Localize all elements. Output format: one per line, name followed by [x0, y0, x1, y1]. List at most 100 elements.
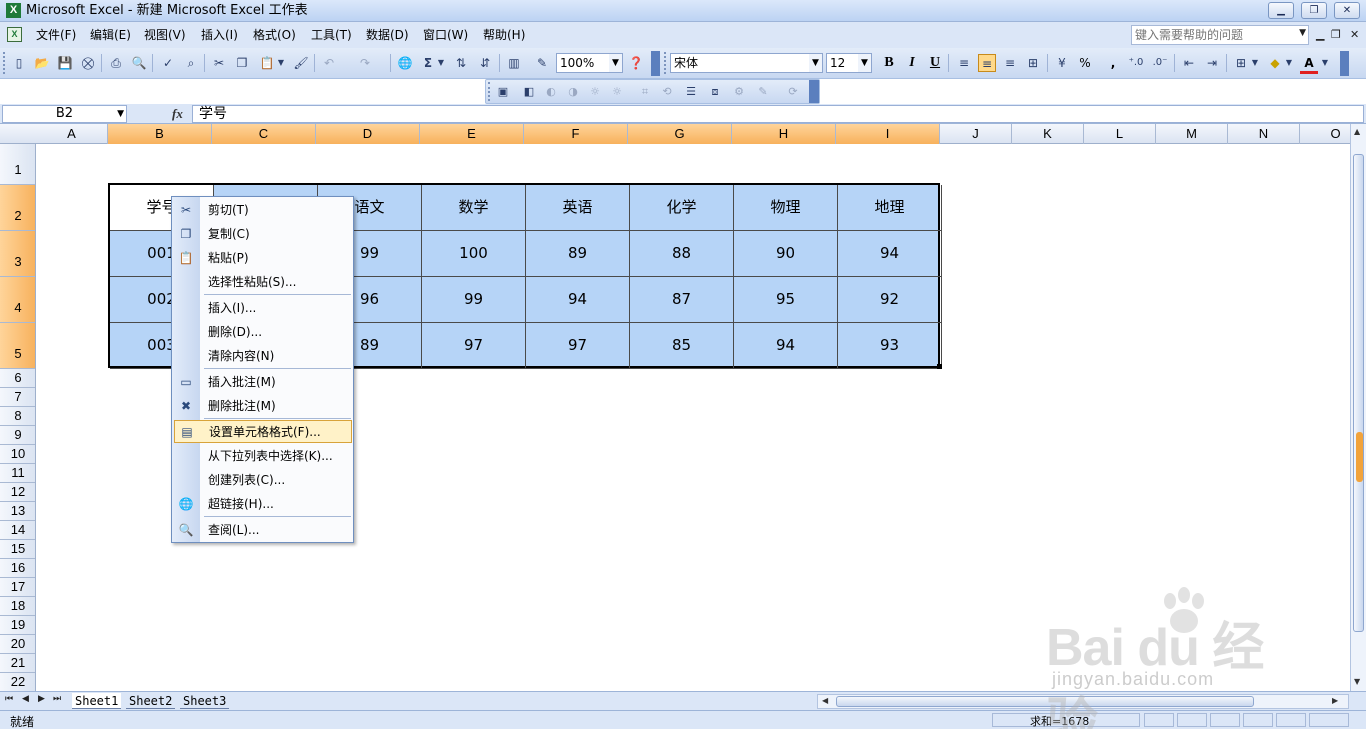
scroll-right-icon[interactable]: ▶	[1332, 696, 1338, 705]
column-header-m[interactable]: M	[1156, 124, 1228, 144]
doc-close-icon[interactable]: ✕	[1350, 28, 1359, 41]
menu-edit[interactable]: 编辑(E)	[90, 27, 131, 43]
prev-sheet-icon[interactable]: ◀	[22, 694, 29, 704]
row-header-8[interactable]: 8	[0, 407, 35, 426]
autosum-icon[interactable]: Σ	[419, 54, 437, 72]
close-button[interactable]: ✕	[1334, 2, 1360, 19]
research-icon[interactable]: ⌕	[182, 54, 200, 72]
table-cell[interactable]: 94	[734, 323, 838, 369]
currency-icon[interactable]: ¥	[1053, 54, 1071, 72]
first-sheet-icon[interactable]: ⏮	[5, 694, 13, 704]
context-menu-item[interactable]: 从下拉列表中选择(K)...	[172, 444, 353, 467]
print-preview-icon[interactable]: 🔍	[130, 54, 148, 72]
color-icon[interactable]: ◧	[520, 83, 538, 101]
menu-view[interactable]: 视图(V)	[144, 27, 186, 43]
context-menu-item[interactable]: 创建列表(C)...	[172, 468, 353, 491]
chevron-down-icon[interactable]: ▼	[809, 54, 822, 72]
context-menu-item[interactable]: 🌐 超链接(H)...	[172, 492, 353, 515]
sheet-tab-sheet1[interactable]: Sheet1	[72, 693, 122, 709]
paste-icon[interactable]: 📋	[258, 54, 276, 72]
row-header-21[interactable]: 21	[0, 654, 35, 673]
workbook-icon[interactable]: X	[7, 27, 22, 42]
reset-picture-icon[interactable]: ⟳	[784, 83, 802, 101]
row-header-13[interactable]: 13	[0, 502, 35, 521]
chevron-down-icon[interactable]: ▼	[1320, 54, 1330, 72]
sheet-tab-sheet3[interactable]: Sheet3	[180, 693, 230, 709]
column-header-d[interactable]: D	[316, 124, 420, 144]
format-picture-icon[interactable]: ⚙	[730, 83, 748, 101]
increase-decimal-icon[interactable]: ⁺.0	[1127, 54, 1145, 72]
decrease-decimal-icon[interactable]: .0⁻	[1151, 54, 1169, 72]
toolbar-options-icon[interactable]	[651, 51, 660, 76]
table-header-cell[interactable]: 数学	[422, 185, 526, 231]
toolbar-grip[interactable]	[488, 82, 491, 101]
last-sheet-icon[interactable]: ⏭	[53, 694, 61, 704]
column-header-i[interactable]: I	[836, 124, 940, 144]
chevron-down-icon[interactable]: ▼	[117, 106, 124, 122]
row-header-22[interactable]: 22	[0, 673, 35, 691]
merge-center-icon[interactable]: ⊞	[1024, 54, 1042, 72]
zoom-combo[interactable]: 100% ▼	[556, 53, 623, 73]
scroll-left-icon[interactable]: ◀	[822, 696, 828, 705]
line-style-icon[interactable]: ☰	[682, 83, 700, 101]
table-cell[interactable]: 95	[734, 277, 838, 323]
minimize-button[interactable]: ▁	[1268, 2, 1294, 19]
column-header-l[interactable]: L	[1084, 124, 1156, 144]
row-header-19[interactable]: 19	[0, 616, 35, 635]
print-icon[interactable]: ⎙	[107, 54, 125, 72]
crop-icon[interactable]: ⌗	[636, 83, 654, 101]
horizontal-scrollbar[interactable]: ◀ ▶	[817, 694, 1349, 709]
italic-button[interactable]: I	[903, 54, 921, 72]
menu-format[interactable]: 格式(O)	[253, 27, 296, 43]
less-contrast-icon[interactable]: ◑	[564, 83, 582, 101]
column-header-b[interactable]: B	[108, 124, 212, 144]
context-menu-item[interactable]: ❐ 复制(C)	[172, 222, 353, 245]
column-header-h[interactable]: H	[732, 124, 836, 144]
table-cell[interactable]: 88	[630, 231, 734, 277]
context-menu-item[interactable]: 选择性粘贴(S)...	[172, 270, 353, 293]
next-sheet-icon[interactable]: ▶	[38, 694, 45, 704]
drawing-icon[interactable]: ✎	[533, 54, 551, 72]
table-cell[interactable]: 94	[838, 231, 942, 277]
align-center-icon[interactable]: ≡	[978, 54, 996, 72]
align-right-icon[interactable]: ≡	[1001, 54, 1019, 72]
font-name-combo[interactable]: 宋体 ▼	[670, 53, 823, 73]
column-header-a[interactable]: A	[36, 124, 108, 144]
context-menu-item[interactable]: ▤ 设置单元格格式(F)...	[174, 420, 352, 443]
row-header-16[interactable]: 16	[0, 559, 35, 578]
table-cell[interactable]: 94	[526, 277, 630, 323]
fill-color-icon[interactable]: ◆	[1266, 54, 1284, 72]
row-header-20[interactable]: 20	[0, 635, 35, 654]
font-size-combo[interactable]: 12 ▼	[826, 53, 872, 73]
table-cell[interactable]: 89	[526, 231, 630, 277]
row-header-18[interactable]: 18	[0, 597, 35, 616]
table-cell[interactable]: 97	[422, 323, 526, 369]
toolbar-options-icon[interactable]	[809, 80, 819, 103]
compress-icon[interactable]: ⧈	[706, 83, 724, 101]
scroll-up-icon[interactable]: ▲	[1354, 127, 1360, 136]
table-cell[interactable]: 97	[526, 323, 630, 369]
table-header-cell[interactable]: 英语	[526, 185, 630, 231]
column-header-f[interactable]: F	[524, 124, 628, 144]
table-header-cell[interactable]: 化学	[630, 185, 734, 231]
percent-button[interactable]: %	[1076, 54, 1094, 72]
help-search-box[interactable]: ▼	[1131, 25, 1309, 45]
row-header-2[interactable]: 2	[0, 185, 35, 231]
toolbar-grip[interactable]	[664, 52, 667, 74]
comma-button[interactable]: ,	[1104, 54, 1122, 72]
permission-icon[interactable]: ⛒	[79, 54, 97, 72]
table-cell[interactable]: 85	[630, 323, 734, 369]
horizontal-scroll-thumb[interactable]	[836, 696, 1254, 707]
row-header-12[interactable]: 12	[0, 483, 35, 502]
column-header-c[interactable]: C	[212, 124, 316, 144]
more-contrast-icon[interactable]: ◐	[542, 83, 560, 101]
insert-picture-icon[interactable]: ▣	[494, 83, 512, 101]
chevron-down-icon[interactable]: ▼	[1299, 28, 1306, 38]
underline-button[interactable]: U	[926, 54, 944, 72]
menu-file[interactable]: 文件(F)	[36, 27, 76, 43]
rotate-icon[interactable]: ⟲	[658, 83, 676, 101]
table-cell[interactable]: 99	[422, 277, 526, 323]
vertical-scroll-thumb[interactable]	[1353, 154, 1364, 632]
column-header-e[interactable]: E	[420, 124, 524, 144]
menu-window[interactable]: 窗口(W)	[423, 27, 468, 43]
